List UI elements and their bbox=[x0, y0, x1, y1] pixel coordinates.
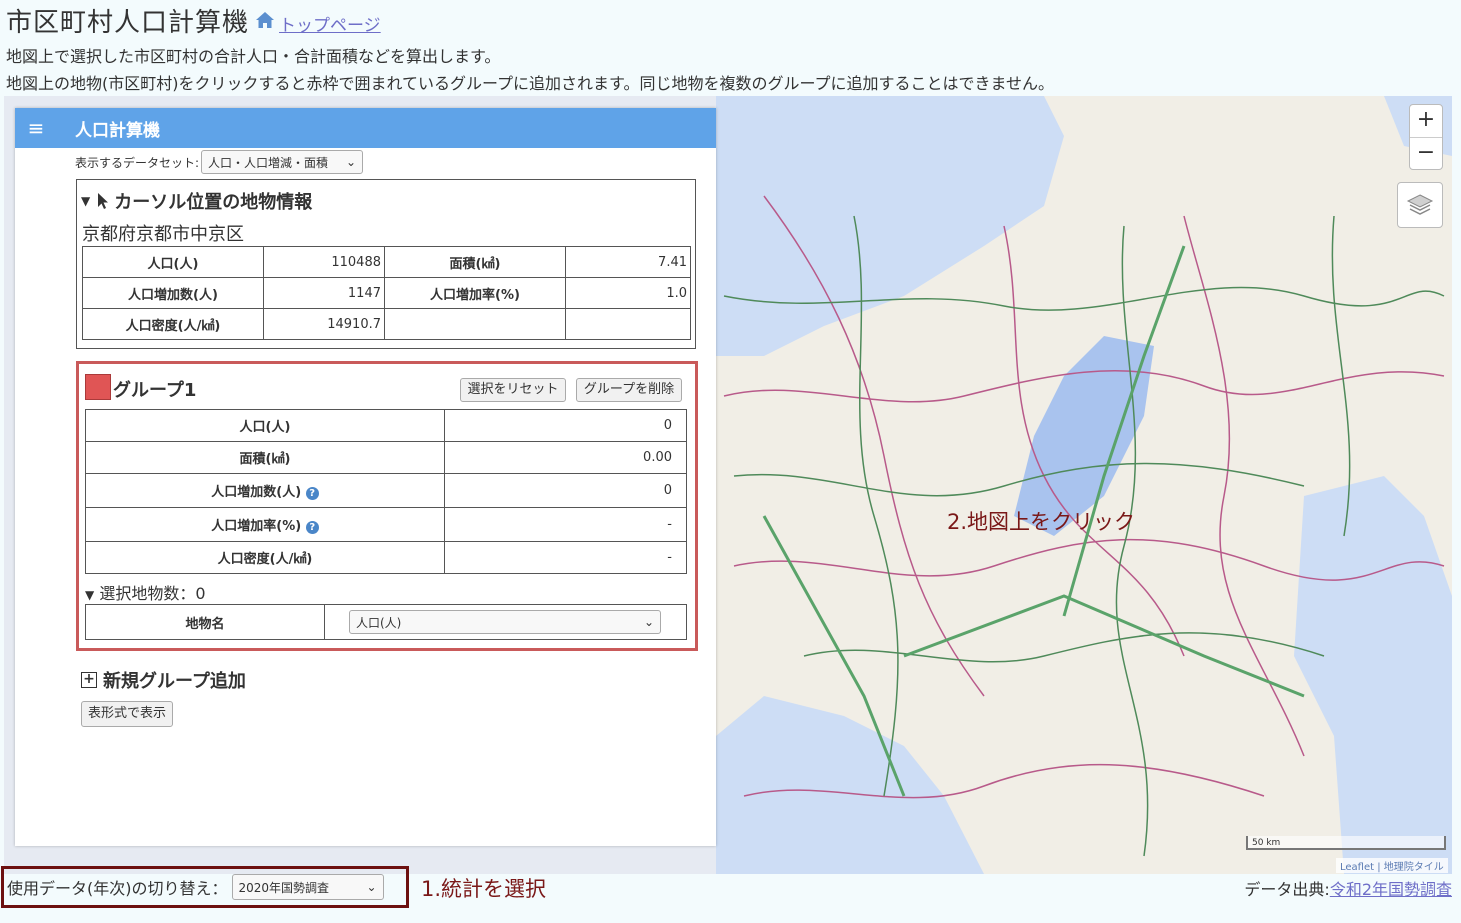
add-group-button[interactable]: + 新規グループ追加 bbox=[81, 667, 246, 693]
source-link[interactable]: 令和2年国勢調査 bbox=[1330, 880, 1452, 899]
table-row: 人口(人) 110488 面積(㎢) 7.41 bbox=[82, 246, 691, 278]
leaflet-link[interactable]: Leaflet bbox=[1340, 862, 1374, 873]
table-row: 地物名 人口(人) ⌄ bbox=[85, 604, 687, 640]
cell-value: - bbox=[444, 507, 687, 542]
table-row: 人口(人) 0 bbox=[85, 409, 687, 442]
dataset-row: 表示するデータセット: 人口・人口増減・面積 ⌄ bbox=[75, 150, 364, 174]
dataset-label: 表示するデータセット: bbox=[75, 155, 200, 170]
year-select-value: 2020年国勢調査 bbox=[238, 880, 330, 895]
gsi-tile-link[interactable]: 地理院タイル bbox=[1384, 862, 1444, 873]
cursor-info-section: ▼ カーソル位置の地物情報 京都府京都市中京区 人口(人) 110488 面積(… bbox=[76, 179, 696, 349]
table-row: 人口増加数(人) 1147 人口増加率(%) 1.0 bbox=[82, 277, 691, 309]
cell-value: 0 bbox=[444, 409, 687, 442]
cell-label: 人口密度(人/㎢) bbox=[85, 541, 445, 574]
cell-label: 人口増加数(人) ? bbox=[85, 473, 445, 508]
table-row: 面積(㎢) 0.00 bbox=[85, 441, 687, 474]
selected-count-label: 選択地物数：0 bbox=[99, 584, 206, 603]
data-switch-label: 使用データ(年次)の切り替え： bbox=[7, 879, 228, 898]
description-1: 地図上で選択した市区町村の合計人口・合計面積などを算出します。 bbox=[6, 47, 501, 66]
panel-title: 人口計算機 bbox=[75, 120, 160, 141]
group-name: グループ1 bbox=[113, 380, 197, 401]
group-stats-table: 人口(人) 0 面積(㎢) 0.00 人口増加数(人) ? 0 人口増加率(%) ? -… bbox=[85, 409, 687, 574]
cell-label: 面積(㎢) bbox=[85, 441, 445, 474]
data-switch-box: 使用データ(年次)の切り替え： 2020年国勢調査 ⌄ bbox=[1, 866, 409, 908]
reset-selection-button[interactable]: 選択をリセット bbox=[460, 378, 566, 402]
cell-value bbox=[565, 308, 691, 340]
cursor-icon bbox=[98, 193, 109, 209]
table-view-button[interactable]: 表形式で表示 bbox=[81, 701, 173, 727]
cell-label-text: 人口増加率(%) bbox=[211, 519, 302, 534]
table-row: 人口増加率(%) ? - bbox=[85, 507, 687, 542]
feature-list-table: 地物名 人口(人) ⌄ bbox=[85, 604, 687, 640]
group-1-section: グループ1 選択をリセット グループを削除 人口(人) 0 面積(㎢) 0.00 人… bbox=[76, 361, 698, 651]
cursor-info-heading[interactable]: ▼ カーソル位置の地物情報 bbox=[81, 188, 312, 214]
add-group-label: 新規グループ追加 bbox=[103, 671, 246, 692]
chevron-down-icon: ⌄ bbox=[366, 880, 377, 894]
cell-label-text: 人口増加数(人) bbox=[211, 485, 302, 500]
top-page-link[interactable]: トップページ bbox=[279, 11, 381, 36]
collapse-triangle-icon: ▼ bbox=[85, 588, 95, 602]
cell-value: 0.00 bbox=[444, 441, 687, 474]
feature-name-header: 地物名 bbox=[85, 604, 325, 640]
cell-label: 人口増加数(人) bbox=[82, 277, 264, 309]
title-row: 市区町村人口計算機 トップページ bbox=[6, 2, 381, 38]
home-icon bbox=[256, 12, 275, 28]
calculator-panel: ≡ 人口計算機 表示するデータセット: 人口・人口増減・面積 ⌄ ▼ カーソル位… bbox=[15, 108, 716, 846]
cell-label bbox=[384, 308, 566, 340]
scale-bar: 50 km bbox=[1246, 836, 1446, 850]
delete-group-button[interactable]: グループを削除 bbox=[576, 378, 682, 402]
map-attribution: Leaflet | 地理院タイル bbox=[1336, 858, 1448, 873]
select-stats-hint: 1.統計を選択 bbox=[421, 877, 547, 901]
cell-label: 人口(人) bbox=[82, 246, 264, 278]
chevron-down-icon: ⌄ bbox=[345, 155, 357, 169]
layers-icon bbox=[1406, 194, 1434, 215]
selected-count-toggle[interactable]: ▼ 選択地物数：0 bbox=[85, 580, 206, 604]
feature-sort-cell: 人口(人) ⌄ bbox=[324, 604, 687, 640]
cell-label: 人口増加率(%) ? bbox=[85, 507, 445, 542]
help-icon[interactable]: ? bbox=[305, 487, 319, 500]
zoom-control: + − bbox=[1409, 104, 1443, 170]
feature-sort-value: 人口(人) bbox=[356, 615, 402, 630]
dataset-select[interactable]: 人口・人口増減・面積 ⌄ bbox=[201, 150, 364, 174]
help-icon[interactable]: ? bbox=[305, 521, 319, 534]
cell-value: 14910.7 bbox=[263, 308, 385, 340]
chevron-down-icon: ⌄ bbox=[643, 615, 654, 629]
table-row: 人口密度(人/㎢) - bbox=[85, 541, 687, 574]
layers-button[interactable] bbox=[1397, 182, 1443, 228]
panel-header: ≡ 人口計算機 bbox=[15, 108, 716, 148]
cursor-place-name: 京都府京都市中京区 bbox=[82, 224, 244, 245]
source-label: データ出典: bbox=[1244, 880, 1330, 899]
collapse-triangle-icon: ▼ bbox=[81, 194, 91, 208]
table-row: 人口増加数(人) ? 0 bbox=[85, 473, 687, 508]
feature-sort-select[interactable]: 人口(人) ⌄ bbox=[349, 610, 661, 634]
cell-value: 1147 bbox=[263, 277, 385, 309]
dataset-select-value: 人口・人口増減・面積 bbox=[208, 155, 329, 170]
cursor-info-title: カーソル位置の地物情報 bbox=[114, 192, 313, 213]
plus-square-icon: + bbox=[81, 672, 97, 688]
page-title: 市区町村人口計算機 bbox=[6, 7, 250, 38]
cell-value: 7.41 bbox=[565, 246, 691, 278]
cursor-info-table: 人口(人) 110488 面積(㎢) 7.41 人口増加数(人) 1147 人口… bbox=[82, 246, 691, 340]
cell-label: 人口(人) bbox=[85, 409, 445, 442]
table-row: 人口密度(人/㎢) 14910.7 bbox=[82, 308, 691, 340]
cell-value: - bbox=[444, 541, 687, 574]
data-source: データ出典:令和2年国勢調査 bbox=[1244, 876, 1452, 900]
zoom-out-button[interactable]: − bbox=[1410, 137, 1442, 170]
hamburger-menu-icon[interactable]: ≡ bbox=[19, 116, 53, 140]
cell-value: 1.0 bbox=[565, 277, 691, 309]
zoom-in-button[interactable]: + bbox=[1410, 105, 1442, 137]
map-click-hint: 2.地図上をクリック bbox=[947, 510, 1136, 534]
cell-value: 0 bbox=[444, 473, 687, 508]
cell-label: 人口密度(人/㎢) bbox=[82, 308, 264, 340]
description-2: 地図上の地物(市区町村)をクリックすると赤枠で囲まれているグループに追加されます… bbox=[6, 74, 1055, 93]
cell-label: 面積(㎢) bbox=[384, 246, 566, 278]
cell-label: 人口増加率(%) bbox=[384, 277, 566, 309]
year-select[interactable]: 2020年国勢調査 ⌄ bbox=[231, 874, 384, 900]
cell-value: 110488 bbox=[263, 246, 385, 278]
group-color-swatch[interactable] bbox=[85, 374, 111, 400]
